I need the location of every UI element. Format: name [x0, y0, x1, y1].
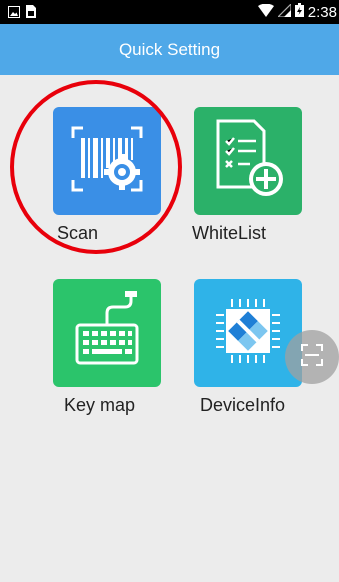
keyboard-icon: [67, 290, 147, 376]
floating-scan-button[interactable]: [285, 330, 339, 384]
wifi-icon: [257, 3, 274, 21]
page-title: Quick Setting: [118, 39, 221, 59]
checklist-add-icon: [208, 117, 288, 206]
signal-icon: [276, 2, 292, 21]
whitelist-tile[interactable]: [194, 107, 302, 215]
keymap-tile[interactable]: [53, 279, 161, 387]
scan-label: Scan: [57, 223, 99, 243]
app-bar: Quick Setting: [0, 24, 339, 75]
chip-icon: [208, 291, 288, 376]
tile-grid: Scan WhiteList Key map DeviceInfo: [0, 75, 339, 582]
deviceinfo-tile[interactable]: [194, 279, 302, 387]
clock: 2:38: [307, 3, 337, 21]
battery-icon: [294, 3, 304, 21]
whitelist-label: WhiteList: [192, 223, 267, 243]
status-bar: 2:38: [0, 0, 339, 24]
scan-frame-icon: [300, 343, 324, 372]
scan-tile[interactable]: [53, 107, 161, 215]
barcode-gear-icon: [67, 124, 147, 199]
deviceinfo-label: DeviceInfo: [200, 395, 286, 415]
keymap-label: Key map: [64, 395, 136, 415]
image-icon: [8, 5, 20, 23]
sim-icon: [26, 5, 36, 23]
